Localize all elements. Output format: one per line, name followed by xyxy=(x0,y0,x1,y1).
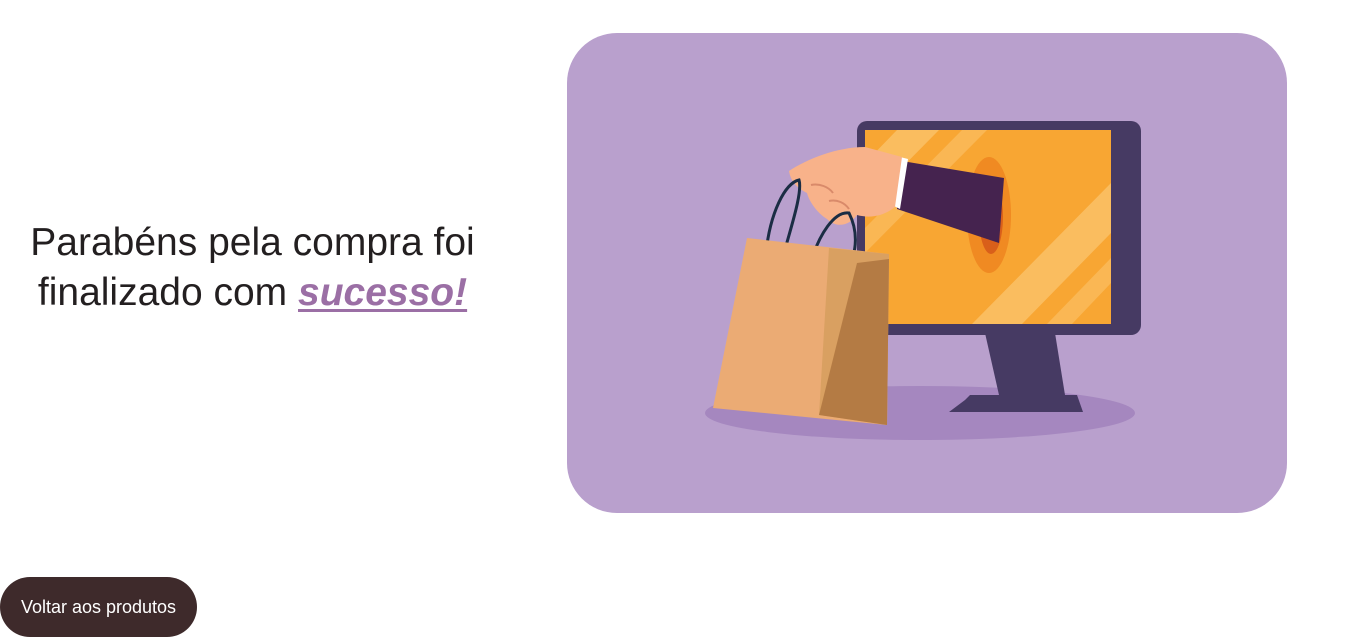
success-highlight: sucesso! xyxy=(298,271,468,314)
success-message-line1: Parabéns pela compra foi xyxy=(30,221,475,264)
monitor-base xyxy=(949,395,1083,412)
success-message: Parabéns pela compra foi finalizado com … xyxy=(0,218,505,318)
success-message-line2: finalizado com xyxy=(37,271,299,314)
back-to-products-button[interactable]: Voltar aos produtos xyxy=(0,577,197,637)
online-shopping-illustration xyxy=(567,33,1287,513)
monitor-stand xyxy=(985,333,1065,395)
purchase-success-page: Parabéns pela compra foi finalizado com … xyxy=(0,0,1348,641)
shopping-illustration-icon xyxy=(705,121,1141,440)
